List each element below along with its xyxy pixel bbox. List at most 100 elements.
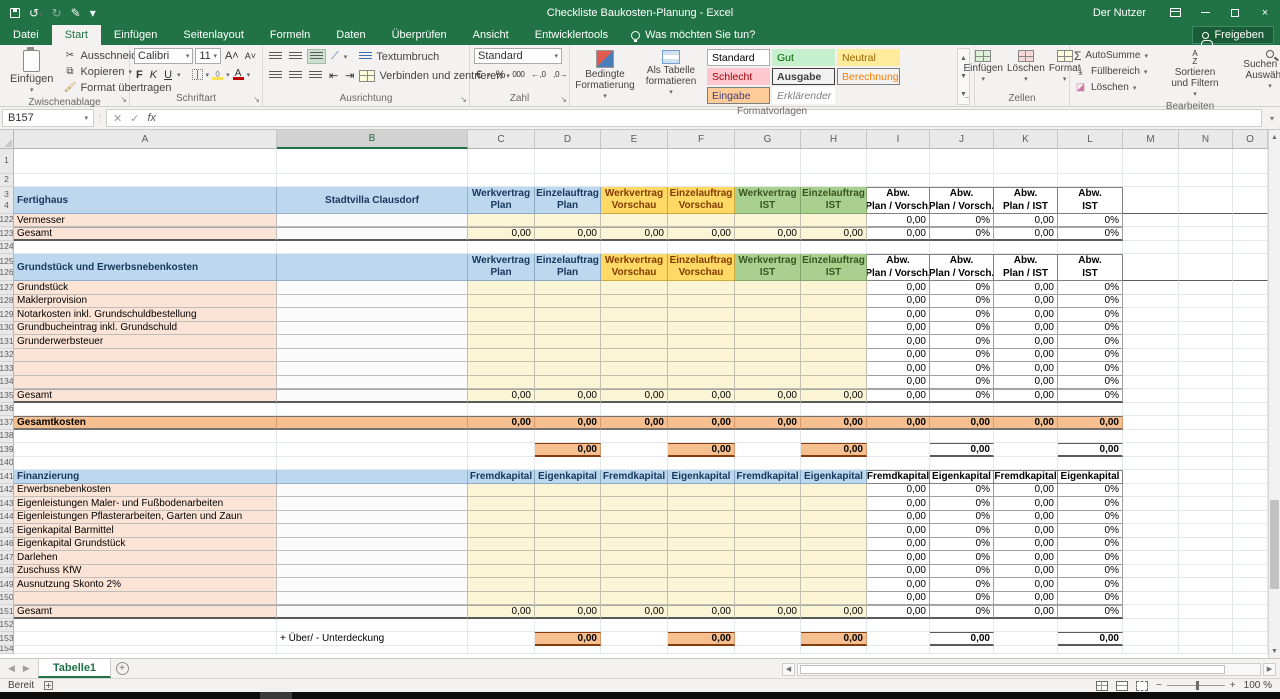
cell-M154[interactable]: [1123, 646, 1179, 654]
cell-B154[interactable]: [277, 646, 468, 654]
cell-N150[interactable]: [1179, 592, 1233, 606]
cell-A148[interactable]: Zuschuss KfW: [14, 565, 277, 579]
cell-H127[interactable]: [801, 281, 867, 295]
column-header-D[interactable]: D: [535, 130, 601, 149]
row-header-141[interactable]: 141: [0, 470, 14, 484]
windows-taskbar[interactable]: [0, 692, 1280, 699]
sheet-tab-tabelle1[interactable]: Tabelle1: [38, 659, 111, 678]
enter-formula-icon[interactable]: ✓: [130, 112, 139, 125]
cell-E154[interactable]: [601, 646, 668, 654]
cell-G136[interactable]: [735, 403, 801, 417]
cell-G123[interactable]: 0,00: [735, 227, 801, 241]
decrease-decimal-button[interactable]: ,0→: [551, 67, 570, 82]
vertical-scrollbar[interactable]: ▲ ▼: [1268, 130, 1280, 658]
cell-F145[interactable]: [668, 524, 735, 538]
cell-I2[interactable]: [867, 174, 930, 187]
cell-N125[interactable]: [1179, 254, 1233, 281]
column-header-C[interactable]: C: [468, 130, 535, 149]
cell-F144[interactable]: [668, 511, 735, 525]
ribbon-tab-überprüfen[interactable]: Überprüfen: [379, 25, 460, 45]
cell-N131[interactable]: [1179, 335, 1233, 349]
cell-F140[interactable]: [668, 457, 735, 471]
cell-O122[interactable]: [1233, 214, 1268, 227]
cell-K149[interactable]: 0,00: [994, 578, 1058, 592]
cell-E152[interactable]: [601, 619, 668, 633]
cell-D149[interactable]: [535, 578, 601, 592]
user-name[interactable]: Der Nutzer: [1093, 7, 1146, 19]
cell-A152[interactable]: [14, 619, 277, 633]
cell-B138[interactable]: [277, 430, 468, 444]
cell-B124[interactable]: [277, 241, 468, 254]
column-header-K[interactable]: K: [994, 130, 1058, 149]
cell-J152[interactable]: [930, 619, 994, 633]
cell-O128[interactable]: [1233, 295, 1268, 309]
cell-H3[interactable]: EinzelauftragIST: [801, 187, 867, 214]
cell-G122[interactable]: [735, 214, 801, 227]
cell-J137[interactable]: 0,00: [930, 416, 994, 430]
cell-M153[interactable]: [1123, 632, 1179, 646]
cell-D142[interactable]: [535, 484, 601, 498]
cell-K2[interactable]: [994, 174, 1058, 187]
cell-A153[interactable]: [14, 632, 277, 646]
cell-B129[interactable]: [277, 308, 468, 322]
cell-style-eingabe[interactable]: Eingabe: [707, 87, 770, 104]
cell-G129[interactable]: [735, 308, 801, 322]
find-select-button[interactable]: Suchen und Auswählen▾: [1234, 48, 1280, 100]
cell-J129[interactable]: 0%: [930, 308, 994, 322]
cell-I129[interactable]: 0,00: [867, 308, 930, 322]
cell-A137[interactable]: Gesamtkosten: [14, 416, 277, 430]
cell-L1[interactable]: [1058, 149, 1123, 174]
cell-I143[interactable]: 0,00: [867, 497, 930, 511]
cell-D133[interactable]: [535, 362, 601, 376]
cell-L154[interactable]: [1058, 646, 1123, 654]
cell-D1[interactable]: [535, 149, 601, 174]
cell-style-erklärender-[interactable]: Erklärender ...: [772, 87, 835, 104]
cell-H124[interactable]: [801, 241, 867, 254]
cell-F123[interactable]: 0,00: [668, 227, 735, 241]
cell-A130[interactable]: Grundbucheintrag inkl. Grundschuld: [14, 322, 277, 336]
bold-button[interactable]: F: [134, 67, 145, 82]
cell-C130[interactable]: [468, 322, 535, 336]
cell-F134[interactable]: [668, 376, 735, 390]
page-break-view-button[interactable]: [1136, 681, 1148, 691]
cell-G134[interactable]: [735, 376, 801, 390]
cell-F147[interactable]: [668, 551, 735, 565]
cell-I147[interactable]: 0,00: [867, 551, 930, 565]
cell-J124[interactable]: [930, 241, 994, 254]
cell-I124[interactable]: [867, 241, 930, 254]
row-header-132[interactable]: 132: [0, 349, 14, 363]
cell-K132[interactable]: 0,00: [994, 349, 1058, 363]
cell-H147[interactable]: [801, 551, 867, 565]
cell-M3[interactable]: [1123, 187, 1179, 214]
column-header-H[interactable]: H: [801, 130, 867, 149]
cell-J149[interactable]: 0%: [930, 578, 994, 592]
cell-K143[interactable]: 0,00: [994, 497, 1058, 511]
cell-N139[interactable]: [1179, 443, 1233, 457]
cell-M140[interactable]: [1123, 457, 1179, 471]
cell-C140[interactable]: [468, 457, 535, 471]
cell-M135[interactable]: [1123, 389, 1179, 403]
cell-J148[interactable]: 0%: [930, 565, 994, 579]
cell-H2[interactable]: [801, 174, 867, 187]
currency-format-button[interactable]: €: [474, 67, 484, 82]
cell-D147[interactable]: [535, 551, 601, 565]
cell-K133[interactable]: 0,00: [994, 362, 1058, 376]
column-header-N[interactable]: N: [1179, 130, 1233, 149]
font-size-select[interactable]: 11▾: [195, 48, 221, 64]
cell-I125[interactable]: Abw.Plan / Vorsch.: [867, 254, 930, 281]
cell-L140[interactable]: [1058, 457, 1123, 471]
cell-N128[interactable]: [1179, 295, 1233, 309]
cell-M123[interactable]: [1123, 227, 1179, 241]
row-header-131[interactable]: 131: [0, 335, 14, 349]
cell-I138[interactable]: [867, 430, 930, 444]
cell-A141[interactable]: Finanzierung: [14, 470, 277, 484]
cell-A122[interactable]: Vermesser: [14, 214, 277, 227]
cell-C2[interactable]: [468, 174, 535, 187]
cell-M122[interactable]: [1123, 214, 1179, 227]
cell-N149[interactable]: [1179, 578, 1233, 592]
cell-E153[interactable]: [601, 632, 668, 646]
cell-D125[interactable]: EinzelauftragPlan: [535, 254, 601, 281]
zoom-level[interactable]: 100 %: [1244, 680, 1272, 691]
column-header-M[interactable]: M: [1123, 130, 1179, 149]
ribbon-tab-ansicht[interactable]: Ansicht: [460, 25, 522, 45]
